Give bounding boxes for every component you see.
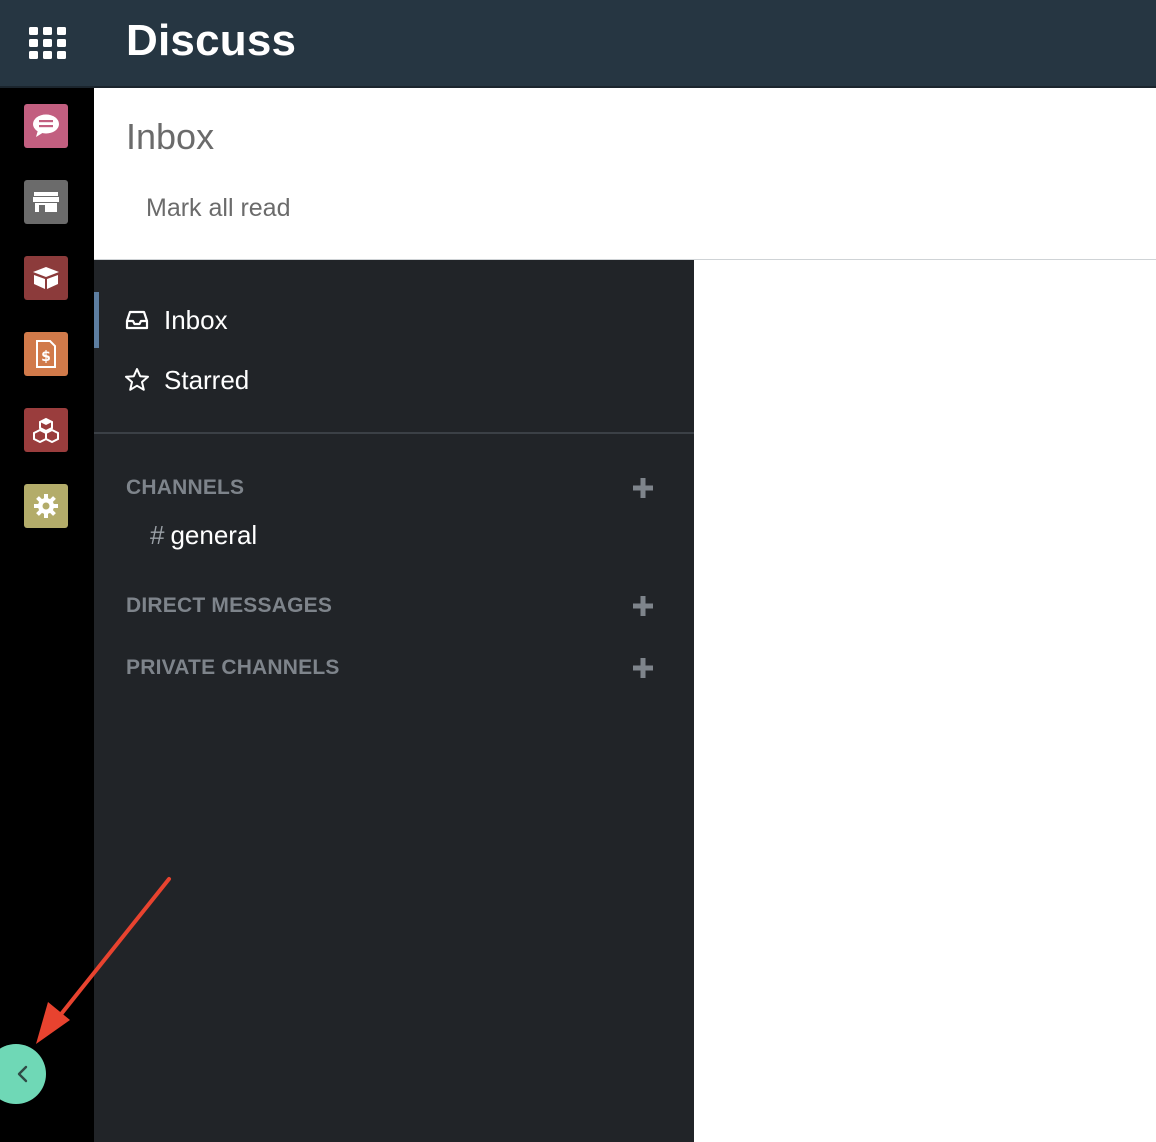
add-channel-button[interactable] [630,475,656,501]
message-thread-area [694,260,1156,1142]
channel-name: general [170,519,258,550]
app-rail: $ [0,88,94,1142]
plus-icon [633,658,653,678]
gear-icon [34,494,58,518]
rail-app-discuss[interactable] [24,104,68,148]
section-label: CHANNELS [126,476,245,499]
top-navbar: Discuss [0,0,1156,88]
chat-bubble-icon [33,114,59,137]
page-title: Inbox [126,116,215,157]
cubes-icon [33,417,59,443]
channel-hash: # [150,519,165,550]
app-grid-button[interactable] [28,26,68,60]
invoice-dollar-icon: $ [36,340,56,368]
mailbox-label: Starred [164,364,250,395]
section-header-channels[interactable]: CHANNELS [126,471,656,505]
rail-app-store[interactable] [24,180,68,224]
store-icon [33,192,59,212]
chevron-left-icon [17,1065,28,1083]
control-panel: Inbox Mark all read [94,88,1156,260]
mailbox-label: Inbox [164,304,228,335]
mark-all-read-button[interactable]: Mark all read [146,194,291,223]
star-icon [124,367,150,393]
rail-app-inventory[interactable] [24,256,68,300]
inbox-icon [124,307,150,333]
rail-app-modules[interactable] [24,408,68,452]
section-label: DIRECT MESSAGES [126,594,333,617]
sidebar-divider [94,432,694,434]
add-direct-message-button[interactable] [630,593,656,619]
collapse-sidebar-button[interactable] [0,1044,46,1104]
section-label: PRIVATE CHANNELS [126,656,340,679]
plus-icon [633,596,653,616]
section-header-direct-messages[interactable]: DIRECT MESSAGES [126,589,656,623]
mailbox-starred[interactable]: Starred [94,352,694,408]
plus-icon [633,478,653,498]
add-private-channel-button[interactable] [630,655,656,681]
rail-app-invoicing[interactable]: $ [24,332,68,376]
rail-app-settings[interactable] [24,484,68,528]
app-title: Discuss [126,16,297,65]
grid-icon [29,27,66,59]
channel-item-general[interactable]: # general [150,517,257,553]
box-icon [33,267,59,289]
section-header-private-channels[interactable]: PRIVATE CHANNELS [126,651,656,685]
svg-text:$: $ [41,349,51,365]
discuss-sidebar: Inbox Starred CHANNELS # general DIRECT … [94,260,694,1142]
mailbox-inbox[interactable]: Inbox [94,292,694,348]
